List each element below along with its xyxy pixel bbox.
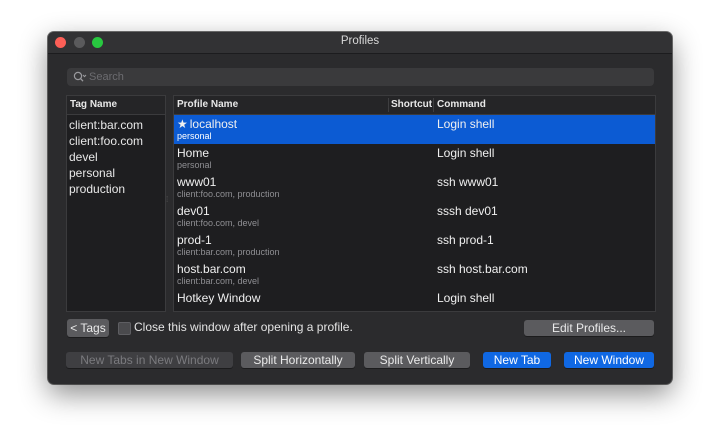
tag-item[interactable]: personal	[67, 165, 165, 181]
profile-name-column-header[interactable]: Profile Name	[177, 96, 238, 114]
profile-name-text: localhost	[189, 117, 238, 131]
search-input[interactable]	[89, 69, 639, 85]
profile-row[interactable]: www01 client:foo.com, production ssh www…	[174, 173, 655, 202]
column-divider[interactable]	[388, 98, 389, 112]
edit-profiles-button[interactable]: Edit Profiles...	[524, 320, 654, 336]
profile-name: dev01	[177, 204, 210, 218]
tags-list: client:bar.com client:foo.com devel pers…	[67, 115, 165, 197]
split-horizontally-button[interactable]: Split Horizontally	[241, 352, 355, 368]
profile-row[interactable]: dev01 client:foo.com, devel sssh dev01	[174, 202, 655, 231]
profiles-window: Profiles Tag Name client:bar.com client:…	[48, 32, 672, 384]
profile-tags: client:bar.com, devel	[177, 276, 260, 286]
tag-item[interactable]: client:bar.com	[67, 117, 165, 133]
profile-row-selected[interactable]: ★ localhost personal Login shell	[174, 115, 655, 144]
profile-command: ssh prod-1	[437, 233, 494, 247]
search-icon[interactable]	[73, 71, 87, 83]
title-bar[interactable]: Profiles	[48, 32, 672, 54]
split-drag-handle[interactable]: ⁞	[166, 196, 171, 204]
close-after-open-checkbox[interactable]	[118, 322, 131, 335]
command-column-header[interactable]: Command	[437, 96, 486, 114]
new-tab-button[interactable]: New Tab	[483, 352, 551, 368]
profiles-table: Profile Name Shortcut Command ★ localhost…	[173, 95, 656, 312]
profile-command: Login shell	[437, 146, 495, 160]
profiles-table-header: Profile Name Shortcut Command	[174, 96, 655, 115]
split-vertically-button[interactable]: Split Vertically	[364, 352, 470, 368]
profile-tags: client:bar.com, production	[177, 247, 280, 257]
profile-row[interactable]: Hotkey Window Login shell	[174, 289, 655, 311]
profile-tags: personal	[177, 160, 212, 170]
star-icon: ★	[177, 117, 188, 131]
search-field[interactable]	[67, 68, 654, 86]
profile-command: sssh dev01	[437, 204, 498, 218]
tags-list-panel: Tag Name client:bar.com client:foo.com d…	[66, 95, 166, 312]
tag-name-column-header[interactable]: Tag Name	[67, 96, 165, 115]
profile-command: ssh host.bar.com	[437, 262, 528, 276]
tag-item[interactable]: devel	[67, 149, 165, 165]
profile-tags: client:foo.com, production	[177, 189, 280, 199]
profile-name: Hotkey Window	[177, 291, 261, 305]
profile-tags: personal	[177, 131, 212, 141]
window-title: Profiles	[340, 35, 380, 47]
profile-command: Login shell	[437, 291, 495, 305]
profile-name: Home	[177, 146, 210, 160]
profile-row[interactable]: host.bar.com client:bar.com, devel ssh h…	[174, 260, 655, 289]
profile-row[interactable]: Home personal Login shell	[174, 144, 655, 173]
tag-item[interactable]: production	[67, 181, 165, 197]
new-window-button[interactable]: New Window	[564, 352, 654, 368]
toggle-tags-button[interactable]: < Tags	[67, 319, 109, 337]
new-tabs-in-new-window-button[interactable]: New Tabs in New Window	[66, 352, 233, 368]
profile-name: www01	[177, 175, 217, 189]
profile-name: prod-1	[177, 233, 212, 247]
shortcut-column-header[interactable]: Shortcut	[391, 96, 432, 114]
profile-name: ★ localhost	[177, 117, 237, 131]
profile-name: host.bar.com	[177, 262, 246, 276]
profile-row[interactable]: prod-1 client:bar.com, production ssh pr…	[174, 231, 655, 260]
profile-tags: client:foo.com, devel	[177, 218, 260, 228]
column-divider[interactable]	[433, 98, 434, 112]
close-after-open-label[interactable]: Close this window after opening a profil…	[134, 320, 353, 334]
tag-item[interactable]: client:foo.com	[67, 133, 165, 149]
profile-command: Login shell	[437, 117, 495, 131]
profile-command: ssh www01	[437, 175, 499, 189]
